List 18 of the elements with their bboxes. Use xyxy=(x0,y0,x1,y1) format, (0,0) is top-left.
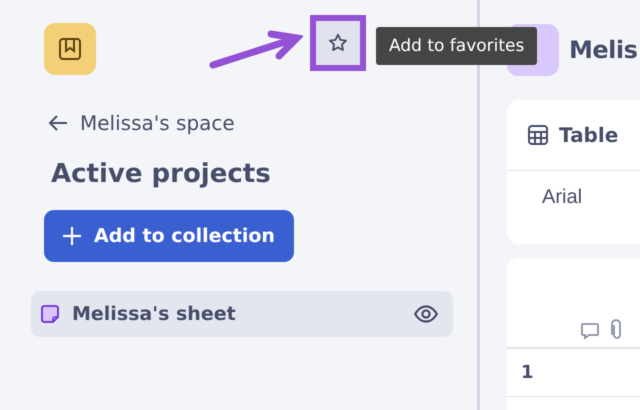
add-to-collection-button[interactable]: Add to collection xyxy=(44,210,294,262)
page-heading: Active projects xyxy=(51,158,272,191)
bookmark-logo-icon[interactable] xyxy=(44,23,96,75)
view-selector[interactable]: Table xyxy=(527,123,618,147)
back-link[interactable]: Melissa's space xyxy=(46,100,477,146)
sheet-list-item[interactable]: Melissa's sheet xyxy=(31,291,453,337)
row-number: 1 xyxy=(521,362,534,383)
font-selector[interactable]: Arial xyxy=(542,186,582,209)
sheet-icon xyxy=(40,304,60,324)
sheet-title: Melis xyxy=(569,36,638,64)
table-icon xyxy=(527,124,549,146)
comment-icon[interactable] xyxy=(580,321,600,341)
plus-icon xyxy=(62,226,82,246)
paperclip-icon[interactable] xyxy=(610,319,624,341)
favorite-button[interactable] xyxy=(310,15,366,71)
sheet-name: Melissa's sheet xyxy=(72,303,237,325)
star-icon xyxy=(327,32,349,54)
tooltip: Add to favorites xyxy=(376,27,538,65)
